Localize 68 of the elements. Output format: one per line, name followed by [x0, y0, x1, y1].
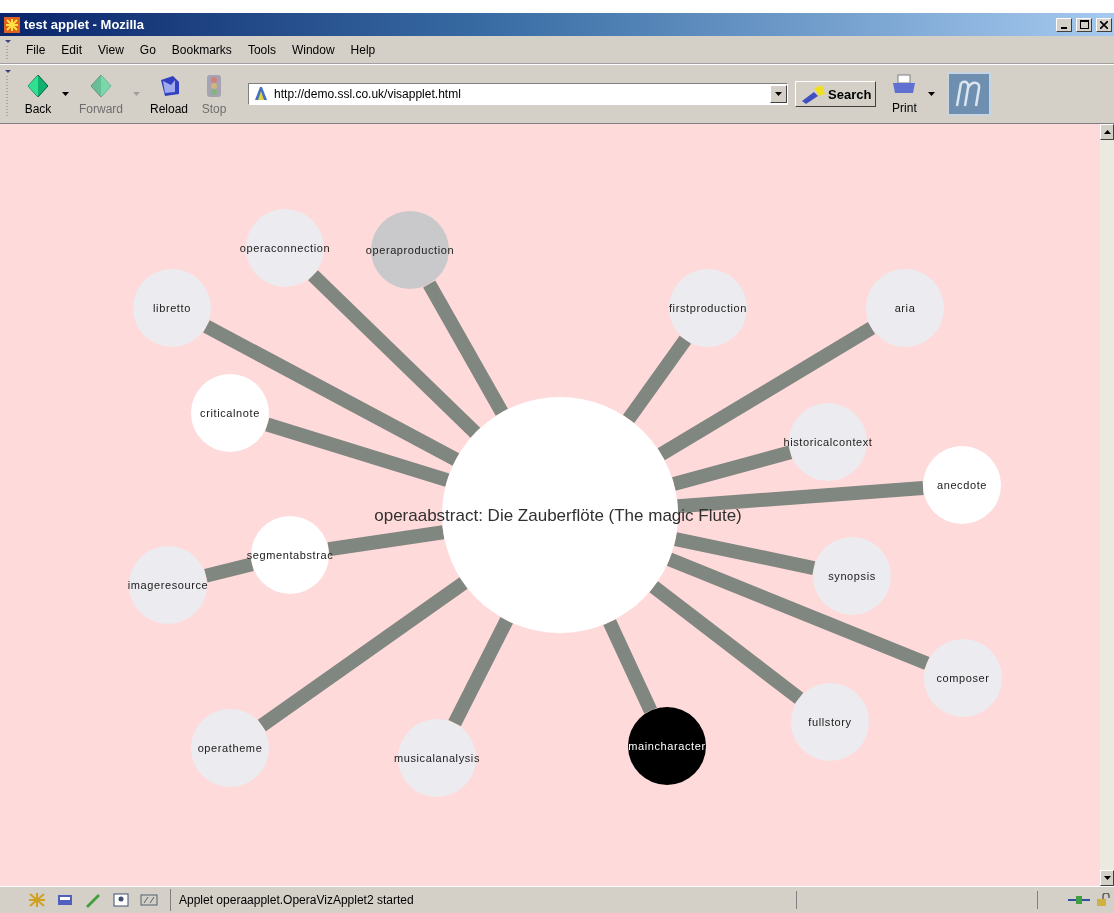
- scroll-down-icon[interactable]: [1103, 876, 1111, 880]
- node-label: synopsis: [828, 570, 876, 582]
- connection-icon[interactable]: [1068, 894, 1090, 906]
- caret-icon: [62, 92, 69, 96]
- node-label: criticalnote: [200, 407, 260, 419]
- node-label: maincharacter: [628, 740, 706, 752]
- toolbar-button[interactable]: Back: [18, 72, 58, 116]
- node-label: operatheme: [197, 742, 263, 754]
- node-label: musicalanalysis: [394, 752, 480, 764]
- node-label: historicalcontext: [783, 436, 873, 448]
- maximize-icon: [1079, 20, 1089, 29]
- window-title: test applet - Mozilla: [24, 17, 145, 32]
- graph-node[interactable]: [924, 639, 1002, 717]
- print-button[interactable]: Print: [884, 73, 925, 115]
- mail-icon[interactable]: [56, 892, 74, 908]
- menu-item[interactable]: Go: [131, 40, 164, 59]
- address-bar[interactable]: http://demo.ssl.co.uk/visapplet.html: [248, 83, 789, 105]
- graph-node[interactable]: [628, 707, 706, 785]
- minimize-button[interactable]: [1056, 17, 1072, 32]
- flashlight-icon: [800, 84, 827, 104]
- node-label: operaproduction: [365, 244, 455, 256]
- node-label: libretto: [153, 302, 191, 314]
- node-label: composer: [936, 672, 990, 684]
- app-icon: [4, 16, 20, 33]
- node-label: aria: [894, 302, 916, 314]
- menu-item[interactable]: Help: [342, 40, 384, 59]
- menu-item[interactable]: Tools: [239, 40, 284, 59]
- node-label: segmentabstrac: [246, 549, 334, 561]
- graph-node[interactable]: [813, 537, 891, 615]
- node-label: fullstory: [808, 716, 852, 728]
- menu-item[interactable]: Window: [283, 40, 343, 59]
- scroll-up-icon[interactable]: [1103, 130, 1111, 134]
- central-node-label: operaabstract: Die Zauberflöte (The magic Flute): [374, 506, 742, 525]
- menu-item[interactable]: Edit: [53, 40, 91, 59]
- node-label: operaconnection: [239, 242, 331, 254]
- browser-logo-icon[interactable]: [947, 72, 992, 116]
- status-message: Applet operaapplet.OperaVizApplet2 started: [170, 889, 796, 911]
- dropdown-button[interactable]: [770, 85, 788, 103]
- node-label: firstproduction: [668, 302, 748, 314]
- minimize-icon: [1061, 26, 1067, 29]
- node-label: anecdote: [936, 479, 988, 491]
- toolbar-grip-icon[interactable]: [4, 69, 12, 119]
- scrollbar[interactable]: [1100, 124, 1114, 886]
- close-icon: [1100, 20, 1108, 29]
- graph-node[interactable]: [133, 269, 211, 347]
- padlock-icon[interactable]: [1096, 893, 1110, 907]
- caret-icon: [928, 92, 936, 96]
- graph-node[interactable]: [191, 374, 269, 452]
- caret-icon: [775, 92, 783, 96]
- menu-item[interactable]: View: [90, 40, 132, 59]
- address-book-icon[interactable]: [112, 892, 130, 908]
- graph-node[interactable]: [791, 683, 869, 761]
- composer-icon[interactable]: [140, 892, 158, 908]
- graph-node[interactable]: [191, 709, 269, 787]
- close-button[interactable]: [1096, 17, 1112, 32]
- search-button[interactable]: Search: [795, 81, 877, 107]
- maximize-button[interactable]: [1076, 17, 1092, 32]
- graph-node[interactable]: [923, 446, 1001, 524]
- address-field[interactable]: http://demo.ssl.co.uk/visapplet.html: [270, 87, 771, 101]
- toolbar-button[interactable]: Reload: [144, 72, 195, 116]
- graph-node[interactable]: [669, 269, 747, 347]
- graph-node[interactable]: [129, 546, 207, 624]
- caret-icon: [133, 92, 140, 96]
- toolbar-grip-icon[interactable]: [4, 38, 12, 61]
- graph-node[interactable]: [866, 269, 944, 347]
- menu-item[interactable]: File: [18, 40, 54, 59]
- node-label: imageresource: [127, 579, 209, 591]
- menu-item[interactable]: Bookmarks: [163, 40, 240, 59]
